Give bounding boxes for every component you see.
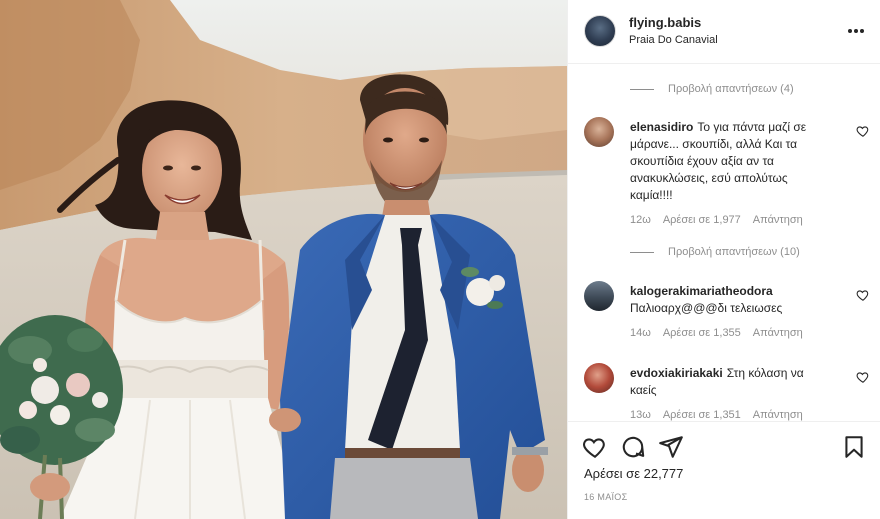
author-avatar[interactable] bbox=[584, 15, 616, 47]
bookmark-icon[interactable] bbox=[841, 434, 867, 460]
heart-icon[interactable] bbox=[856, 288, 870, 302]
comment-text: kalogerakimariatheodora Παλιοαρχ@@@δι τελ… bbox=[630, 283, 830, 317]
comment-time: 12ω bbox=[630, 214, 651, 226]
commenter-avatar[interactable] bbox=[584, 363, 614, 393]
commenter-avatar[interactable] bbox=[584, 281, 614, 311]
commenter-username[interactable]: kalogerakimariatheodora bbox=[630, 283, 826, 300]
reply-button[interactable]: Απάντηση bbox=[753, 327, 803, 339]
wedding-photo-illustration bbox=[0, 0, 567, 519]
commenter-username[interactable]: evdoxiakiriakaki bbox=[630, 366, 723, 380]
comment-text: evdoxiakiriakaki Στη κόλαση να καείς bbox=[630, 365, 830, 399]
heart-icon[interactable] bbox=[582, 434, 608, 460]
post-photo[interactable] bbox=[0, 0, 567, 519]
comment-likes[interactable]: Αρέσει σε 1,977 bbox=[663, 214, 741, 226]
commenter-avatar[interactable] bbox=[584, 117, 614, 147]
replies-divider bbox=[630, 88, 654, 90]
author-username[interactable]: flying.babis bbox=[629, 15, 701, 30]
likes-count[interactable]: Αρέσει σε 22,777 bbox=[584, 466, 683, 481]
post-side-panel: flying.babis Praia Do Canavial Προβολή α… bbox=[567, 0, 880, 519]
replies-divider bbox=[630, 251, 654, 253]
comment-meta: 12ω Αρέσει σε 1,977 Απάντηση bbox=[630, 214, 803, 226]
comments-list[interactable]: Προβολή απαντήσεων (4) elenasidiro Το για… bbox=[568, 64, 880, 421]
comment-content: Παλιοαρχ@@@δι τελειωσες bbox=[630, 301, 783, 315]
view-replies-button[interactable]: Προβολή απαντήσεων (10) bbox=[630, 243, 800, 261]
comment-text: elenasidiro Το για πάντα μαζί σε μάρανε..… bbox=[630, 119, 830, 204]
comment-time: 13ω bbox=[630, 409, 651, 421]
comment-item: evdoxiakiriakaki Στη κόλαση να καείς 13ω … bbox=[584, 363, 874, 421]
comment-likes[interactable]: Αρέσει σε 1,351 bbox=[663, 409, 741, 421]
view-replies-label: Προβολή απαντήσεων (10) bbox=[668, 246, 800, 258]
comment-meta: 13ω Αρέσει σε 1,351 Απάντηση bbox=[630, 409, 803, 421]
commenter-username[interactable]: elenasidiro bbox=[630, 120, 693, 134]
reply-button[interactable]: Απάντηση bbox=[753, 409, 803, 421]
post-location[interactable]: Praia Do Canavial bbox=[629, 34, 718, 46]
post-actions: Αρέσει σε 22,777 16 ΜΑΪΟΣ bbox=[568, 421, 880, 519]
comment-item: elenasidiro Το για πάντα μαζί σε μάρανε..… bbox=[584, 117, 874, 237]
post-date[interactable]: 16 ΜΑΪΟΣ bbox=[584, 492, 627, 502]
comment-item: kalogerakimariatheodora Παλιοαρχ@@@δι τελ… bbox=[584, 281, 874, 341]
comment-meta: 14ω Αρέσει σε 1,355 Απάντηση bbox=[630, 327, 803, 339]
comment-time: 14ω bbox=[630, 327, 651, 339]
view-replies-label: Προβολή απαντήσεων (4) bbox=[668, 83, 794, 95]
more-options-icon[interactable] bbox=[844, 21, 868, 41]
comment-likes[interactable]: Αρέσει σε 1,355 bbox=[663, 327, 741, 339]
reply-button[interactable]: Απάντηση bbox=[753, 214, 803, 226]
view-replies-button[interactable]: Προβολή απαντήσεων (4) bbox=[630, 80, 794, 98]
paper-plane-icon[interactable] bbox=[658, 434, 684, 460]
heart-icon[interactable] bbox=[856, 124, 870, 138]
heart-icon[interactable] bbox=[856, 370, 870, 384]
comment-icon[interactable] bbox=[620, 434, 646, 460]
post-header: flying.babis Praia Do Canavial bbox=[568, 0, 880, 64]
